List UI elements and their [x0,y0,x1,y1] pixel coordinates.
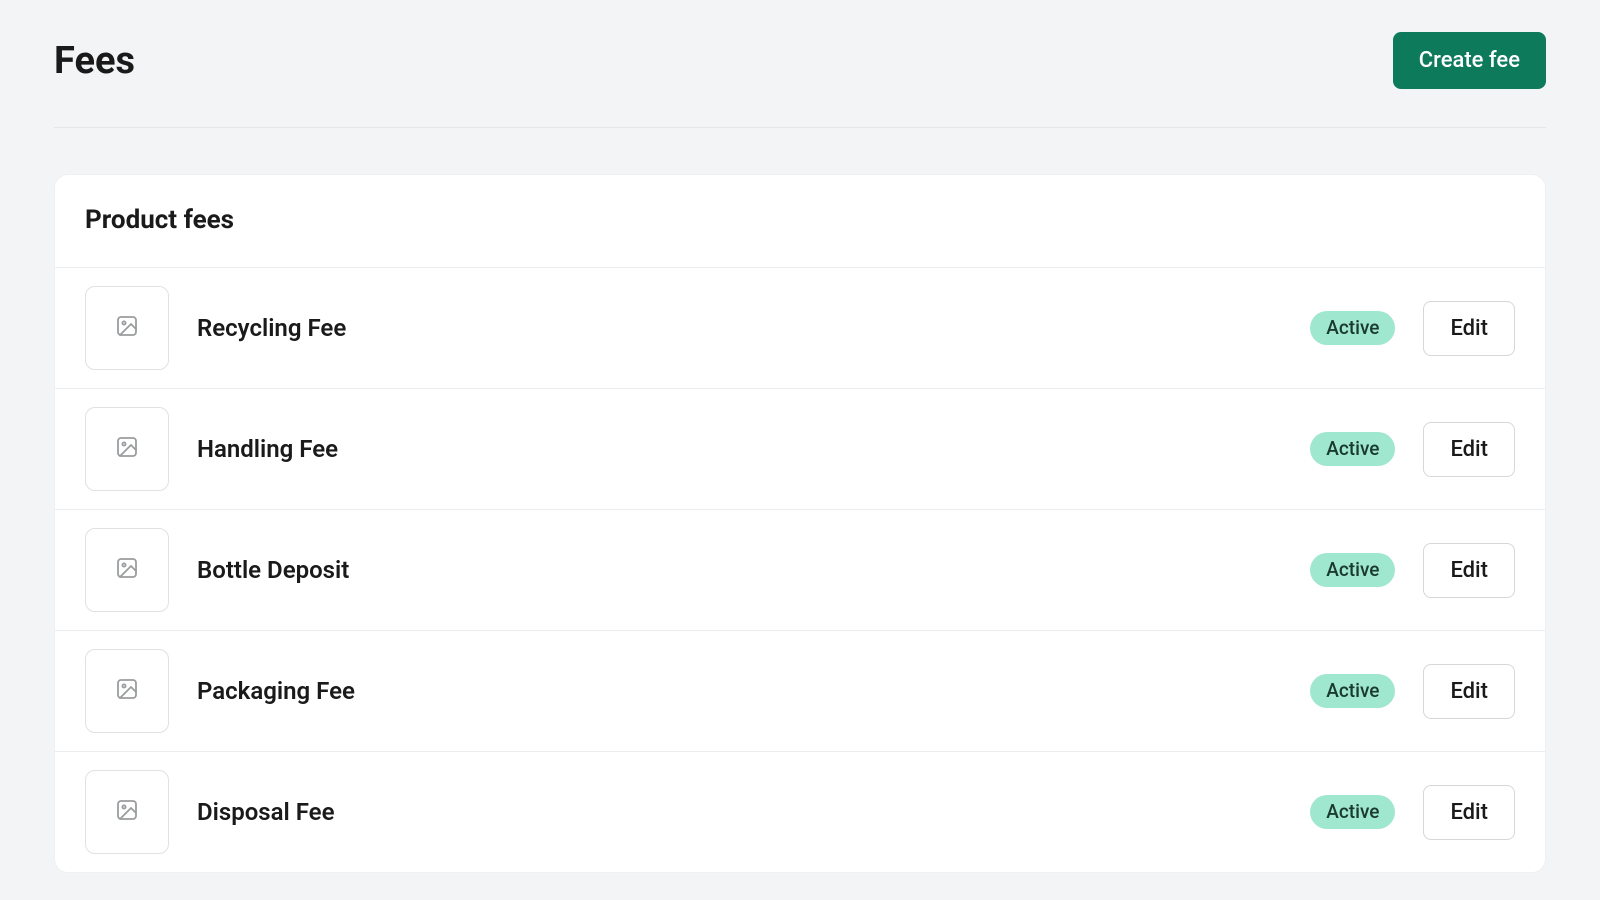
status-badge: Active [1310,674,1395,709]
fee-thumbnail [85,286,169,370]
page-title: Fees [54,39,135,83]
image-placeholder-icon [115,435,139,463]
edit-button[interactable]: Edit [1423,785,1515,840]
list-item: Handling Fee Active Edit [55,389,1545,510]
image-placeholder-icon [115,556,139,584]
page-header: Fees Create fee [54,32,1546,128]
section-title: Product fees [55,175,1545,268]
fee-name: Handling Fee [197,435,1282,463]
list-item: Disposal Fee Active Edit [55,752,1545,872]
fee-thumbnail [85,528,169,612]
list-item: Packaging Fee Active Edit [55,631,1545,752]
product-fees-card: Product fees Recycling Fee Active Edit H… [54,174,1546,873]
image-placeholder-icon [115,798,139,826]
fee-thumbnail [85,770,169,854]
list-item: Recycling Fee Active Edit [55,268,1545,389]
fee-name: Disposal Fee [197,798,1282,826]
fee-name: Recycling Fee [197,314,1282,342]
image-placeholder-icon [115,677,139,705]
fee-name: Packaging Fee [197,677,1282,705]
fee-thumbnail [85,407,169,491]
fee-thumbnail [85,649,169,733]
create-fee-button[interactable]: Create fee [1393,32,1546,89]
status-badge: Active [1310,795,1395,830]
edit-button[interactable]: Edit [1423,422,1515,477]
edit-button[interactable]: Edit [1423,664,1515,719]
status-badge: Active [1310,432,1395,467]
edit-button[interactable]: Edit [1423,543,1515,598]
image-placeholder-icon [115,314,139,342]
status-badge: Active [1310,311,1395,346]
fee-name: Bottle Deposit [197,556,1282,584]
edit-button[interactable]: Edit [1423,301,1515,356]
status-badge: Active [1310,553,1395,588]
list-item: Bottle Deposit Active Edit [55,510,1545,631]
